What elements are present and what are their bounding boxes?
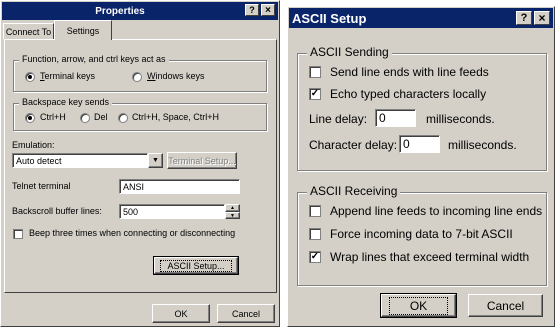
telnet-terminal-value: ANSI bbox=[123, 181, 145, 192]
line-delay-label: Line delay: bbox=[309, 112, 368, 126]
spinner-down-button[interactable]: ▼ bbox=[225, 212, 240, 219]
backspace-ctrlh-space-label: Ctrl+H, Space, Ctrl+H bbox=[132, 112, 220, 122]
backspace-del-label: Del bbox=[94, 112, 108, 122]
windows-keys-radio[interactable] bbox=[132, 72, 142, 82]
send-line-ends-checkbox[interactable] bbox=[309, 66, 321, 78]
echo-label: Echo typed characters locally bbox=[330, 87, 487, 101]
ascii-cancel-button[interactable]: Cancel bbox=[468, 294, 543, 317]
ascii-setup-title: ASCII Setup bbox=[292, 10, 367, 26]
properties-dialog: Properties ? × Connect To Settings Funct… bbox=[0, 0, 280, 327]
properties-close-button[interactable]: × bbox=[261, 4, 275, 16]
terminal-keys-label: Terminal keys bbox=[40, 71, 96, 81]
properties-ok-button[interactable]: OK bbox=[152, 304, 210, 323]
backspace-ctrlh-radio[interactable] bbox=[25, 113, 35, 123]
ascii-ok-button[interactable]: OK bbox=[380, 293, 457, 318]
backspace-group-label: Backspace key sends bbox=[19, 97, 113, 107]
beep-checkbox[interactable] bbox=[13, 229, 23, 239]
terminal-setup-label: Terminal Setup... bbox=[168, 155, 236, 166]
line-delay-field[interactable]: 0 bbox=[375, 109, 416, 127]
echo-checkbox[interactable]: ✓ bbox=[309, 88, 321, 100]
ascii-setup-label: ASCII Setup... bbox=[160, 259, 232, 272]
append-line-feeds-checkbox[interactable] bbox=[309, 205, 321, 217]
append-line-feeds-label: Append line feeds to incoming line ends bbox=[330, 204, 543, 218]
properties-title: Properties bbox=[95, 5, 145, 17]
backscroll-spinner[interactable]: ▲ ▼ bbox=[225, 204, 240, 219]
ascii-help-button[interactable]: ? bbox=[516, 11, 532, 25]
char-delay-label: Character delay: bbox=[309, 138, 398, 152]
ascii-receiving-label: ASCII Receiving bbox=[307, 184, 401, 198]
backspace-ctrlh-label: Ctrl+H bbox=[40, 112, 66, 122]
emulation-value: Auto detect bbox=[16, 155, 62, 166]
chevron-down-icon: ▼ bbox=[152, 157, 159, 164]
spinner-down-icon: ▼ bbox=[230, 212, 235, 219]
check-icon: ✓ bbox=[310, 88, 320, 99]
backscroll-label: Backscroll buffer lines: bbox=[12, 206, 102, 216]
windows-keys-label: Windows keys bbox=[147, 71, 205, 81]
properties-ok-label: OK bbox=[174, 308, 188, 319]
force-7bit-label: Force incoming data to 7-bit ASCII bbox=[330, 227, 513, 241]
backspace-ctrlh-space-radio[interactable] bbox=[118, 113, 128, 123]
emulation-select[interactable]: Auto detect bbox=[12, 153, 148, 168]
emulation-label: Emulation: bbox=[12, 140, 55, 150]
tab-settings[interactable]: Settings bbox=[54, 20, 112, 40]
char-delay-value: 0 bbox=[403, 137, 410, 151]
properties-help-button[interactable]: ? bbox=[245, 4, 259, 16]
backscroll-value: 500 bbox=[123, 206, 139, 217]
terminal-keys-radio[interactable] bbox=[25, 72, 35, 82]
spinner-up-button[interactable]: ▲ bbox=[225, 204, 240, 212]
backscroll-field[interactable]: 500 bbox=[119, 204, 225, 219]
tab-connect-to[interactable]: Connect To bbox=[3, 23, 54, 39]
spinner-up-icon: ▲ bbox=[230, 205, 235, 211]
telnet-terminal-label: Telnet terminal bbox=[12, 181, 71, 191]
properties-cancel-label: Cancel bbox=[231, 308, 260, 319]
tab-connect-to-label: Connect To bbox=[5, 26, 52, 37]
tab-settings-label: Settings bbox=[66, 25, 100, 36]
ascii-setup-titlebar: ASCII Setup ? × bbox=[289, 8, 553, 28]
ascii-ok-label: OK bbox=[388, 296, 449, 315]
send-line-ends-label: Send line ends with line feeds bbox=[330, 65, 489, 79]
telnet-terminal-field[interactable]: ANSI bbox=[119, 179, 240, 194]
char-delay-unit: milliseconds. bbox=[448, 138, 517, 152]
properties-cancel-button[interactable]: Cancel bbox=[217, 304, 275, 323]
check-icon: ✓ bbox=[310, 251, 320, 262]
line-delay-unit: milliseconds. bbox=[426, 112, 495, 126]
force-7bit-checkbox[interactable] bbox=[309, 228, 321, 240]
ascii-setup-dialog: ASCII Setup ? × ASCII Sending Send line … bbox=[287, 6, 555, 327]
ascii-sending-label: ASCII Sending bbox=[307, 45, 392, 59]
keys-group-label: Function, arrow, and ctrl keys act as bbox=[19, 54, 169, 64]
emulation-dropdown-button[interactable]: ▼ bbox=[148, 153, 163, 168]
ascii-setup-button[interactable]: ASCII Setup... bbox=[153, 256, 239, 275]
line-delay-value: 0 bbox=[379, 111, 386, 125]
terminal-setup-button: Terminal Setup... bbox=[167, 152, 237, 169]
wrap-lines-checkbox[interactable]: ✓ bbox=[309, 251, 321, 263]
beep-label: Beep three times when connecting or disc… bbox=[29, 228, 236, 238]
ascii-cancel-label: Cancel bbox=[486, 298, 525, 313]
char-delay-field[interactable]: 0 bbox=[399, 135, 440, 153]
properties-titlebar: Properties ? × bbox=[2, 2, 278, 20]
ascii-close-button[interactable]: × bbox=[534, 11, 550, 25]
backspace-del-radio[interactable] bbox=[80, 113, 90, 123]
wrap-lines-label: Wrap lines that exceed terminal width bbox=[330, 250, 530, 264]
